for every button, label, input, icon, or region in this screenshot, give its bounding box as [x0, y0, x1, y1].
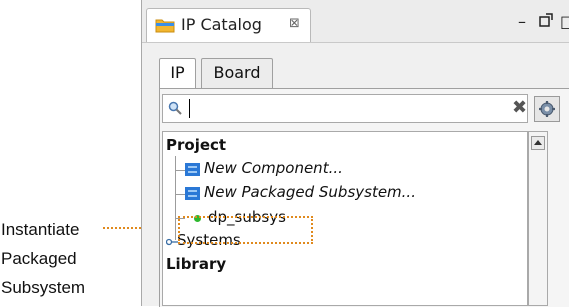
close-icon[interactable]: ⊠: [289, 16, 300, 31]
tree-item-new-component[interactable]: New Component...: [204, 159, 343, 177]
scroll-up-button[interactable]: [531, 136, 545, 150]
ip-catalog-window: IP Catalog ⊠ – □ IP Board ✖ Project New …: [141, 0, 569, 307]
search-input[interactable]: [162, 94, 528, 123]
search-icon: [168, 101, 182, 115]
tree-guide: [175, 170, 185, 171]
view-title: IP Catalog: [181, 15, 262, 34]
callout-line-1: Instantiate: [1, 220, 80, 239]
gear-icon: [539, 101, 555, 117]
settings-button[interactable]: [534, 96, 560, 122]
folder-icon: [155, 19, 175, 33]
tree-guide: [175, 156, 176, 240]
component-icon: [185, 187, 200, 200]
text-caret: [189, 99, 190, 118]
tree-item-new-packaged-subsystem[interactable]: New Packaged Subsystem...: [204, 183, 416, 201]
tab-board[interactable]: Board: [201, 58, 273, 88]
tree-node-project[interactable]: Project: [166, 136, 226, 154]
maximize-icon[interactable]: [539, 12, 553, 31]
title-bar: IP Catalog ⊠ – □: [142, 0, 569, 43]
component-icon: [185, 163, 200, 176]
dp-subsys-highlight: [178, 216, 313, 244]
tree-scrollbar[interactable]: [528, 131, 548, 306]
view-tab-ip-catalog[interactable]: IP Catalog ⊠: [146, 8, 311, 42]
callout-label: Instantiate Packaged Subsystem: [1, 215, 85, 302]
tab-ip[interactable]: IP: [159, 58, 196, 88]
callout-line-2: Packaged: [1, 249, 77, 268]
clear-search-icon[interactable]: ✖: [512, 97, 527, 118]
minimize-icon[interactable]: –: [518, 12, 526, 31]
tree-node-library[interactable]: Library: [166, 255, 226, 273]
tree-guide: [175, 194, 185, 195]
callout-line-3: Subsystem: [1, 278, 86, 297]
restore-icon[interactable]: □: [560, 12, 569, 31]
